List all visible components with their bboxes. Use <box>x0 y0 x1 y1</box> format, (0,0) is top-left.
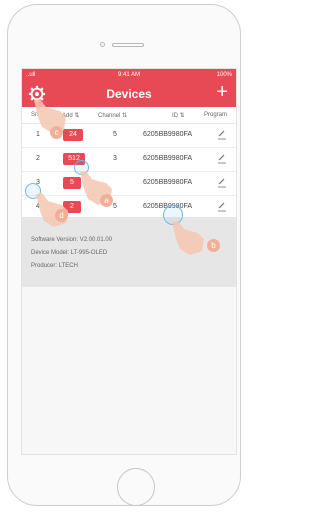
row-id: 6205BB9980FA <box>143 155 193 162</box>
row-sn: 2 <box>36 155 40 162</box>
edit-pencil-icon[interactable] <box>217 152 227 164</box>
signal-indicator: ..ull <box>26 72 36 78</box>
edit-pencil-icon[interactable] <box>217 200 227 212</box>
table-row[interactable]: 2 512 3 6205BB9980FA <box>22 148 236 172</box>
callout-c: c <box>50 126 63 139</box>
edit-pencil-icon[interactable] <box>217 176 227 188</box>
home-button[interactable] <box>117 468 155 506</box>
battery-level: 100% <box>216 72 232 78</box>
column-id[interactable]: ID ⇅ <box>172 112 185 119</box>
column-program[interactable]: Program <box>204 112 227 118</box>
row-id: 6205BB9980FA <box>143 179 193 186</box>
row-channel: 3 <box>113 155 117 162</box>
row-id: 6205BB9980FA <box>143 131 193 138</box>
device-model: Device Model: LT-995-OLED <box>31 250 108 256</box>
edit-pencil-icon[interactable] <box>217 128 227 140</box>
callout-b: b <box>207 239 220 252</box>
pointing-hand-icon <box>172 221 204 255</box>
producer: Producer: LTECH <box>31 263 78 269</box>
earpiece-speaker <box>112 43 144 47</box>
callout-a: a <box>100 194 113 207</box>
column-channel[interactable]: Channel ⇅ <box>98 112 127 119</box>
add-device-button[interactable]: + <box>216 82 228 102</box>
status-bar: ..ull 9:41 AM 100% <box>22 69 236 81</box>
front-camera <box>100 42 105 47</box>
callout-d: d <box>55 209 68 222</box>
pointing-hand-icon <box>36 193 68 227</box>
row-channel: 5 <box>113 131 117 138</box>
app-screen: ..ull 9:41 AM 100% Devices + Sn Add ⇅ Ch… <box>21 68 237 455</box>
clock: 9:41 AM <box>118 72 141 78</box>
software-version: Software Version: V2.00.01.00 <box>31 237 113 243</box>
